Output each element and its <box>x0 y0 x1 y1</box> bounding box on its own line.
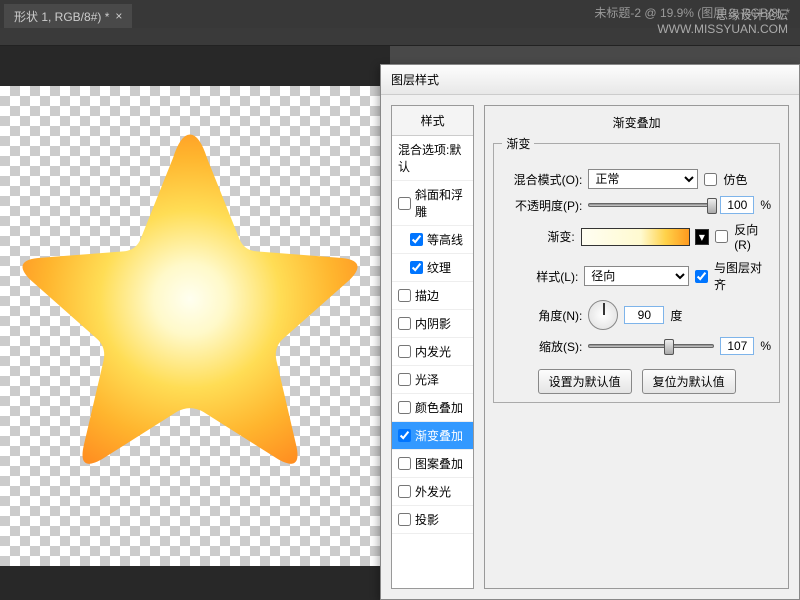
style-select[interactable]: 径向 <box>584 266 689 286</box>
degree-label: 度 <box>670 307 682 324</box>
style-blend-options[interactable]: 混合选项:默认 <box>392 136 473 181</box>
gradient-dropdown-icon[interactable]: ▾ <box>695 229 710 245</box>
dialog-titlebar[interactable]: 图层样式 <box>381 65 799 95</box>
angle-dial[interactable] <box>588 300 618 330</box>
checkbox[interactable] <box>410 261 423 274</box>
reverse-checkbox[interactable] <box>715 230 728 243</box>
percent-label: % <box>760 198 771 212</box>
gradient-label: 渐变: <box>502 228 574 245</box>
checkbox[interactable] <box>398 345 411 358</box>
tab-label: 形状 1, RGB/8#) * <box>14 8 109 25</box>
style-pattern-overlay[interactable]: 图案叠加 <box>392 450 473 478</box>
scale-input[interactable] <box>720 337 754 355</box>
close-icon[interactable]: × <box>115 9 122 23</box>
style-inner-glow[interactable]: 内发光 <box>392 338 473 366</box>
scale-label: 缩放(S): <box>502 338 582 355</box>
align-checkbox[interactable] <box>695 270 708 283</box>
percent-label: % <box>760 339 771 353</box>
settings-title: 渐变叠加 <box>493 114 780 131</box>
fieldset-legend: 渐变 <box>502 135 534 152</box>
settings-panel: 渐变叠加 渐变 混合模式(O): 正常 仿色 不透明度(P): % 渐变: ▾ … <box>484 105 789 589</box>
checkbox[interactable] <box>398 401 411 414</box>
checkbox[interactable] <box>398 485 411 498</box>
style-contour[interactable]: 等高线 <box>392 226 473 254</box>
opacity-slider[interactable] <box>588 203 714 207</box>
watermark-line1: 思缘设计论坛 <box>657 8 788 22</box>
style-color-overlay[interactable]: 颜色叠加 <box>392 394 473 422</box>
scale-slider[interactable] <box>588 344 714 348</box>
layer-style-dialog: 图层样式 样式 混合选项:默认 斜面和浮雕 等高线 纹理 描边 内阴影 内发光 … <box>380 64 800 600</box>
canvas-area <box>0 46 390 600</box>
checkbox[interactable] <box>398 429 411 442</box>
opacity-input[interactable] <box>720 196 754 214</box>
gradient-fieldset: 渐变 混合模式(O): 正常 仿色 不透明度(P): % 渐变: ▾ 反向(R)… <box>493 135 780 403</box>
style-list-header: 样式 <box>392 106 473 136</box>
angle-input[interactable] <box>624 306 664 324</box>
style-outer-glow[interactable]: 外发光 <box>392 478 473 506</box>
style-inner-shadow[interactable]: 内阴影 <box>392 310 473 338</box>
style-texture[interactable]: 纹理 <box>392 254 473 282</box>
style-satin[interactable]: 光泽 <box>392 366 473 394</box>
style-stroke[interactable]: 描边 <box>392 282 473 310</box>
opacity-label: 不透明度(P): <box>502 197 582 214</box>
blend-mode-select[interactable]: 正常 <box>588 169 698 189</box>
checkbox[interactable] <box>398 317 411 330</box>
checkbox[interactable] <box>410 233 423 246</box>
style-bevel[interactable]: 斜面和浮雕 <box>392 181 473 226</box>
checkbox[interactable] <box>398 289 411 302</box>
dither-label: 仿色 <box>723 171 747 188</box>
blend-mode-label: 混合模式(O): <box>502 171 582 188</box>
dither-checkbox[interactable] <box>704 173 717 186</box>
checkbox[interactable] <box>398 457 411 470</box>
star-shape <box>0 106 380 486</box>
style-gradient-overlay[interactable]: 渐变叠加 <box>392 422 473 450</box>
reverse-label: 反向(R) <box>734 221 771 252</box>
canvas[interactable] <box>0 86 390 566</box>
align-label: 与图层对齐 <box>714 259 771 293</box>
reset-default-button[interactable]: 复位为默认值 <box>642 369 736 394</box>
set-default-button[interactable]: 设置为默认值 <box>538 369 632 394</box>
watermark-line2: WWW.MISSYUAN.COM <box>657 22 788 36</box>
angle-label: 角度(N): <box>502 307 582 324</box>
checkbox[interactable] <box>398 197 411 210</box>
document-tab-1[interactable]: 形状 1, RGB/8#) * × <box>4 4 132 28</box>
style-drop-shadow[interactable]: 投影 <box>392 506 473 534</box>
style-label: 样式(L): <box>502 268 578 285</box>
checkbox[interactable] <box>398 513 411 526</box>
style-list: 样式 混合选项:默认 斜面和浮雕 等高线 纹理 描边 内阴影 内发光 光泽 颜色… <box>391 105 474 589</box>
gradient-preview[interactable] <box>581 228 690 246</box>
dialog-title: 图层样式 <box>391 71 439 88</box>
checkbox[interactable] <box>398 373 411 386</box>
